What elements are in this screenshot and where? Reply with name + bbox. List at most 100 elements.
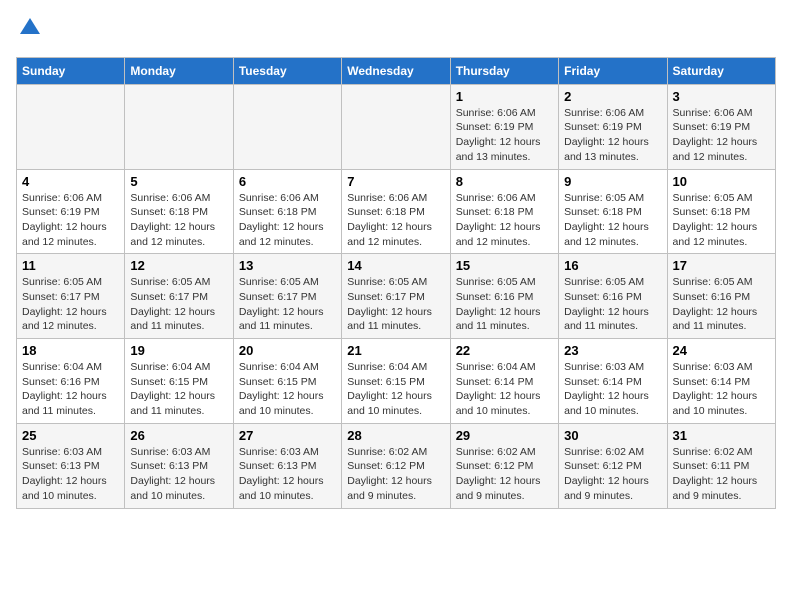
day-cell: 20 Sunrise: 6:04 AM Sunset: 6:15 PM Dayli… bbox=[233, 339, 341, 424]
day-number: 26 bbox=[130, 428, 227, 443]
column-header-monday: Monday bbox=[125, 57, 233, 84]
day-cell: 1 Sunrise: 6:06 AM Sunset: 6:19 PM Daylig… bbox=[450, 84, 558, 169]
day-cell: 31 Sunrise: 6:02 AM Sunset: 6:11 PM Dayli… bbox=[667, 423, 775, 508]
day-cell: 3 Sunrise: 6:06 AM Sunset: 6:19 PM Daylig… bbox=[667, 84, 775, 169]
logo-icon bbox=[18, 16, 42, 40]
day-cell: 5 Sunrise: 6:06 AM Sunset: 6:18 PM Daylig… bbox=[125, 169, 233, 254]
day-number: 6 bbox=[239, 174, 336, 189]
column-header-saturday: Saturday bbox=[667, 57, 775, 84]
day-cell: 26 Sunrise: 6:03 AM Sunset: 6:13 PM Dayli… bbox=[125, 423, 233, 508]
day-number: 24 bbox=[673, 343, 770, 358]
day-detail: Sunrise: 6:05 AM Sunset: 6:18 PM Dayligh… bbox=[564, 191, 661, 250]
day-detail: Sunrise: 6:02 AM Sunset: 6:11 PM Dayligh… bbox=[673, 445, 770, 504]
day-cell: 25 Sunrise: 6:03 AM Sunset: 6:13 PM Dayli… bbox=[17, 423, 125, 508]
day-cell: 10 Sunrise: 6:05 AM Sunset: 6:18 PM Dayli… bbox=[667, 169, 775, 254]
day-cell bbox=[125, 84, 233, 169]
week-row-5: 25 Sunrise: 6:03 AM Sunset: 6:13 PM Dayli… bbox=[17, 423, 776, 508]
column-header-tuesday: Tuesday bbox=[233, 57, 341, 84]
day-detail: Sunrise: 6:04 AM Sunset: 6:15 PM Dayligh… bbox=[239, 360, 336, 419]
day-cell: 6 Sunrise: 6:06 AM Sunset: 6:18 PM Daylig… bbox=[233, 169, 341, 254]
day-cell: 23 Sunrise: 6:03 AM Sunset: 6:14 PM Dayli… bbox=[559, 339, 667, 424]
day-number: 1 bbox=[456, 89, 553, 104]
day-cell: 15 Sunrise: 6:05 AM Sunset: 6:16 PM Dayli… bbox=[450, 254, 558, 339]
day-detail: Sunrise: 6:06 AM Sunset: 6:18 PM Dayligh… bbox=[347, 191, 444, 250]
day-number: 21 bbox=[347, 343, 444, 358]
day-cell: 8 Sunrise: 6:06 AM Sunset: 6:18 PM Daylig… bbox=[450, 169, 558, 254]
day-number: 27 bbox=[239, 428, 336, 443]
day-cell bbox=[233, 84, 341, 169]
day-number: 11 bbox=[22, 258, 119, 273]
day-cell: 14 Sunrise: 6:05 AM Sunset: 6:17 PM Dayli… bbox=[342, 254, 450, 339]
day-cell: 27 Sunrise: 6:03 AM Sunset: 6:13 PM Dayli… bbox=[233, 423, 341, 508]
day-number: 7 bbox=[347, 174, 444, 189]
day-detail: Sunrise: 6:05 AM Sunset: 6:18 PM Dayligh… bbox=[673, 191, 770, 250]
day-detail: Sunrise: 6:06 AM Sunset: 6:19 PM Dayligh… bbox=[564, 106, 661, 165]
day-cell: 28 Sunrise: 6:02 AM Sunset: 6:12 PM Dayli… bbox=[342, 423, 450, 508]
day-detail: Sunrise: 6:03 AM Sunset: 6:13 PM Dayligh… bbox=[22, 445, 119, 504]
day-number: 20 bbox=[239, 343, 336, 358]
day-number: 10 bbox=[673, 174, 770, 189]
day-detail: Sunrise: 6:05 AM Sunset: 6:17 PM Dayligh… bbox=[239, 275, 336, 334]
day-number: 9 bbox=[564, 174, 661, 189]
day-number: 31 bbox=[673, 428, 770, 443]
day-number: 25 bbox=[22, 428, 119, 443]
column-header-friday: Friday bbox=[559, 57, 667, 84]
day-detail: Sunrise: 6:05 AM Sunset: 6:16 PM Dayligh… bbox=[456, 275, 553, 334]
day-detail: Sunrise: 6:03 AM Sunset: 6:14 PM Dayligh… bbox=[673, 360, 770, 419]
day-detail: Sunrise: 6:02 AM Sunset: 6:12 PM Dayligh… bbox=[347, 445, 444, 504]
week-row-2: 4 Sunrise: 6:06 AM Sunset: 6:19 PM Daylig… bbox=[17, 169, 776, 254]
day-number: 8 bbox=[456, 174, 553, 189]
day-detail: Sunrise: 6:05 AM Sunset: 6:16 PM Dayligh… bbox=[564, 275, 661, 334]
week-row-1: 1 Sunrise: 6:06 AM Sunset: 6:19 PM Daylig… bbox=[17, 84, 776, 169]
day-number: 5 bbox=[130, 174, 227, 189]
day-detail: Sunrise: 6:06 AM Sunset: 6:18 PM Dayligh… bbox=[239, 191, 336, 250]
day-cell bbox=[342, 84, 450, 169]
day-number: 2 bbox=[564, 89, 661, 104]
day-number: 23 bbox=[564, 343, 661, 358]
day-number: 28 bbox=[347, 428, 444, 443]
day-cell: 9 Sunrise: 6:05 AM Sunset: 6:18 PM Daylig… bbox=[559, 169, 667, 254]
day-number: 16 bbox=[564, 258, 661, 273]
day-detail: Sunrise: 6:06 AM Sunset: 6:19 PM Dayligh… bbox=[22, 191, 119, 250]
day-number: 4 bbox=[22, 174, 119, 189]
day-cell: 2 Sunrise: 6:06 AM Sunset: 6:19 PM Daylig… bbox=[559, 84, 667, 169]
day-detail: Sunrise: 6:05 AM Sunset: 6:16 PM Dayligh… bbox=[673, 275, 770, 334]
day-cell: 17Sunrise: 6:05 AM Sunset: 6:16 PM Dayli… bbox=[667, 254, 775, 339]
day-detail: Sunrise: 6:05 AM Sunset: 6:17 PM Dayligh… bbox=[347, 275, 444, 334]
day-number: 22 bbox=[456, 343, 553, 358]
column-header-sunday: Sunday bbox=[17, 57, 125, 84]
day-detail: Sunrise: 6:06 AM Sunset: 6:18 PM Dayligh… bbox=[130, 191, 227, 250]
day-number: 15 bbox=[456, 258, 553, 273]
day-detail: Sunrise: 6:03 AM Sunset: 6:13 PM Dayligh… bbox=[130, 445, 227, 504]
day-detail: Sunrise: 6:04 AM Sunset: 6:15 PM Dayligh… bbox=[130, 360, 227, 419]
header-row: SundayMondayTuesdayWednesdayThursdayFrid… bbox=[17, 57, 776, 84]
day-detail: Sunrise: 6:06 AM Sunset: 6:19 PM Dayligh… bbox=[456, 106, 553, 165]
day-detail: Sunrise: 6:06 AM Sunset: 6:19 PM Dayligh… bbox=[673, 106, 770, 165]
calendar-table: SundayMondayTuesdayWednesdayThursdayFrid… bbox=[16, 57, 776, 509]
column-header-wednesday: Wednesday bbox=[342, 57, 450, 84]
day-cell: 16 Sunrise: 6:05 AM Sunset: 6:16 PM Dayli… bbox=[559, 254, 667, 339]
day-number: 14 bbox=[347, 258, 444, 273]
day-detail: Sunrise: 6:04 AM Sunset: 6:16 PM Dayligh… bbox=[22, 360, 119, 419]
day-detail: Sunrise: 6:04 AM Sunset: 6:14 PM Dayligh… bbox=[456, 360, 553, 419]
day-detail: Sunrise: 6:03 AM Sunset: 6:14 PM Dayligh… bbox=[564, 360, 661, 419]
day-cell bbox=[17, 84, 125, 169]
day-cell: 22 Sunrise: 6:04 AM Sunset: 6:14 PM Dayli… bbox=[450, 339, 558, 424]
column-header-thursday: Thursday bbox=[450, 57, 558, 84]
day-detail: Sunrise: 6:02 AM Sunset: 6:12 PM Dayligh… bbox=[456, 445, 553, 504]
day-number: 3 bbox=[673, 89, 770, 104]
day-detail: Sunrise: 6:06 AM Sunset: 6:18 PM Dayligh… bbox=[456, 191, 553, 250]
day-number: 29 bbox=[456, 428, 553, 443]
day-cell: 12Sunrise: 6:05 AM Sunset: 6:17 PM Dayli… bbox=[125, 254, 233, 339]
day-detail: Sunrise: 6:05 AM Sunset: 6:17 PM Dayligh… bbox=[130, 275, 227, 334]
day-cell: 7 Sunrise: 6:06 AM Sunset: 6:18 PM Daylig… bbox=[342, 169, 450, 254]
day-detail: Sunrise: 6:02 AM Sunset: 6:12 PM Dayligh… bbox=[564, 445, 661, 504]
logo bbox=[16, 16, 42, 45]
day-number: 30 bbox=[564, 428, 661, 443]
day-cell: 21Sunrise: 6:04 AM Sunset: 6:15 PM Dayli… bbox=[342, 339, 450, 424]
day-cell: 19 Sunrise: 6:04 AM Sunset: 6:15 PM Dayli… bbox=[125, 339, 233, 424]
day-cell: 13Sunrise: 6:05 AM Sunset: 6:17 PM Dayli… bbox=[233, 254, 341, 339]
day-detail: Sunrise: 6:03 AM Sunset: 6:13 PM Dayligh… bbox=[239, 445, 336, 504]
day-number: 19 bbox=[130, 343, 227, 358]
day-number: 18 bbox=[22, 343, 119, 358]
